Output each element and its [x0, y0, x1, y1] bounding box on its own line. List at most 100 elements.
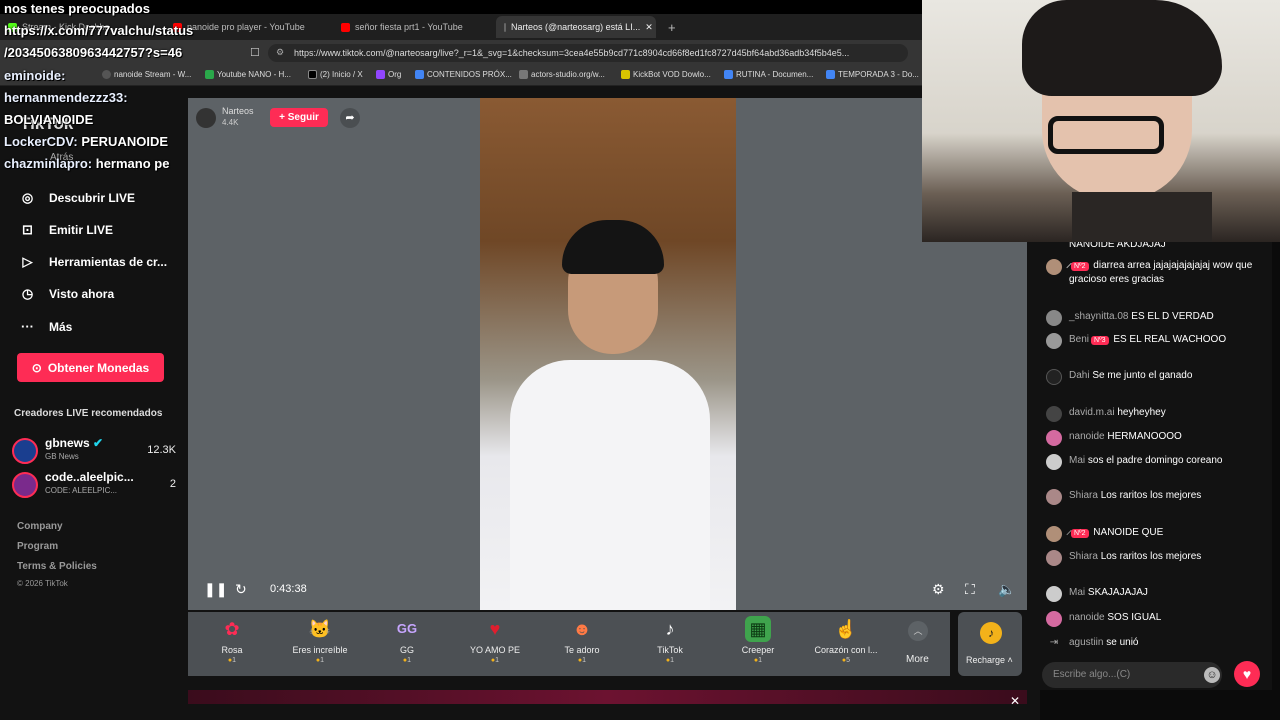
- avatar: [1046, 550, 1062, 566]
- cat-icon: 🐱: [308, 619, 332, 639]
- coin-icon: ⊙: [31, 360, 42, 375]
- avatar: [1046, 430, 1062, 446]
- chat-input[interactable]: Escribe algo...(C): [1042, 662, 1222, 688]
- chevron-up-icon: ˄: [1007, 655, 1013, 665]
- bookmark-favicon-icon: [621, 70, 630, 79]
- overlay-chat-user: eminoide:: [4, 68, 66, 83]
- bookmark[interactable]: actors-studio.org/w...: [519, 70, 605, 79]
- bookmark[interactable]: Org: [376, 70, 401, 79]
- bookmark[interactable]: nanoide Stream - W...: [102, 70, 191, 79]
- gift-item[interactable]: ▦ Creeper ●1: [714, 616, 802, 664]
- docs-icon: [724, 70, 733, 79]
- screen: Stream - Kick Dashbo... nanoide pro play…: [0, 0, 1280, 720]
- more-gifts-button[interactable]: More: [906, 654, 929, 665]
- overlay-text: https://x.com/777valchu/status: [4, 23, 194, 38]
- webcam-glasses: [1048, 116, 1164, 154]
- volume-icon[interactable]: 🔈: [998, 581, 1015, 598]
- footer-link[interactable]: Program: [17, 541, 58, 552]
- follow-button[interactable]: + Seguir: [270, 108, 328, 127]
- avatar: [1046, 489, 1062, 505]
- verified-icon: ✔: [93, 436, 104, 450]
- creeper-icon: ▦: [745, 616, 771, 642]
- recommended-title: Creadores LIVE recomendados: [14, 408, 163, 419]
- avatar: [1046, 611, 1062, 627]
- host-avatar[interactable]: [196, 108, 216, 128]
- bookmark[interactable]: CONTENIDOS PRÓX...: [415, 70, 512, 79]
- webcam-hair: [1022, 0, 1222, 96]
- avatar: [1046, 369, 1062, 385]
- emoji-icon[interactable]: ☺: [1204, 667, 1220, 683]
- streamer-shirt: [510, 360, 710, 610]
- gift-item[interactable]: 🐱 Eres increíble ●1: [276, 616, 364, 664]
- webcam-overlay: [922, 0, 1280, 242]
- webcam-shirt: [1072, 192, 1212, 242]
- chat-message: ̷̷̷Nº2 diarrea arrea jajajajajajajaj wow…: [1046, 259, 1266, 303]
- avatar: [1046, 406, 1062, 422]
- recommended-creator[interactable]: gbnews ✔ GB News 12.3K: [12, 436, 182, 466]
- youtube-icon: [341, 22, 350, 32]
- bookmark-star-icon[interactable]: ☐: [250, 46, 260, 59]
- bookmark[interactable]: RUTINA - Documen...: [724, 70, 813, 79]
- bookmark[interactable]: KickBot VOD Dowlo...: [621, 70, 711, 79]
- finger-heart-icon: ☝: [834, 619, 858, 639]
- footer-link[interactable]: Company: [17, 521, 63, 532]
- bookmark-favicon-icon: [102, 70, 111, 79]
- gift-item[interactable]: GG GG ●1: [363, 616, 451, 664]
- nav-herramientas[interactable]: ▷ Herramientas de cr...: [20, 254, 168, 269]
- browser-tab[interactable]: señor fiesta prt1 - YouTube: [333, 16, 495, 38]
- lightbulb-icon: ▷: [22, 254, 33, 269]
- avatar: [12, 472, 38, 498]
- overlay-chat-text: BOLVIANOIDE: [4, 112, 94, 127]
- fullscreen-icon[interactable]: ⛶: [965, 581, 975, 598]
- bookmark[interactable]: Youtube NANO - H...: [205, 70, 291, 79]
- tiktok-icon: [504, 22, 506, 32]
- host-name[interactable]: Narteos: [222, 106, 254, 116]
- overlay-chat-line: LockerCDV: PERUANOIDE: [4, 134, 169, 149]
- share-icon[interactable]: ➦: [340, 108, 360, 128]
- x-logo-icon: [308, 70, 317, 79]
- browser-tab-active[interactable]: Narteos (@narteosarg) está LI... ✕: [496, 16, 656, 38]
- gift-item[interactable]: ✿ Rosa ●1: [188, 616, 276, 664]
- stream-time: 0:43:38: [270, 583, 307, 595]
- sidebar: TikTok Atrás: [0, 86, 186, 690]
- creator-sub: GB News: [45, 452, 79, 461]
- site-info-icon[interactable]: ⚙: [276, 47, 284, 58]
- gift-item[interactable]: ♪ TikTok ●1: [626, 616, 714, 664]
- address-bar[interactable]: ⚙ https://www.tiktok.com/@narteosarg/live…: [268, 44, 908, 62]
- gift-bar: ✿ Rosa ●1 🐱 Eres increíble ●1 GG GG ●1 ♥ YO AMO…: [188, 612, 950, 676]
- join-icon: ⇥: [1049, 637, 1059, 648]
- heart-gift-icon: ♥: [489, 619, 501, 639]
- footer-link[interactable]: Terms & Policies: [17, 561, 97, 572]
- avatar: [1046, 586, 1062, 602]
- live-video[interactable]: [480, 98, 736, 610]
- host-likes: 4.4K: [222, 118, 239, 127]
- recharge-button[interactable]: ♪ Recharge ˄: [958, 612, 1022, 676]
- close-icon[interactable]: ✕: [1010, 694, 1020, 708]
- avatar: [1046, 454, 1062, 470]
- chevron-up-icon[interactable]: ︿: [908, 621, 928, 641]
- nav-visto-ahora[interactable]: ◷ Visto ahora: [20, 286, 114, 301]
- refresh-icon[interactable]: ↻: [235, 581, 247, 598]
- settings-icon[interactable]: ⚙: [932, 581, 945, 598]
- gift-item[interactable]: ♥ YO AMO PE ●1: [451, 616, 539, 664]
- coin-icon: ♪: [980, 622, 1002, 644]
- overlay-chat-user: hernanmendezzz33:: [4, 90, 128, 105]
- tiktok-icon: ♪: [665, 619, 675, 639]
- bottom-banner: [188, 690, 1027, 704]
- pause-icon[interactable]: ❚❚: [204, 581, 227, 598]
- gift-item[interactable]: ☻ Te adoro ●1: [538, 616, 626, 664]
- close-tab-icon[interactable]: ✕: [645, 22, 653, 33]
- new-tab-button[interactable]: +: [660, 16, 680, 38]
- bookmark[interactable]: TEMPORADA 3 - Do...: [826, 70, 919, 79]
- viewer-count: 12.3K: [147, 444, 176, 456]
- nav-mas[interactable]: ··· Más: [20, 319, 72, 334]
- gift-item[interactable]: ☝ Corazón con l... ●5: [802, 616, 890, 664]
- recommended-creator[interactable]: code..aleelpic... CODE: ALEELPIC... 2: [12, 470, 182, 500]
- heart-icon[interactable]: ♥: [1234, 661, 1260, 687]
- nav-descubrir-live[interactable]: ◎ Descubrir LIVE: [20, 190, 135, 205]
- docs-icon: [826, 70, 835, 79]
- compass-icon: ◎: [21, 190, 34, 205]
- get-coins-button[interactable]: ⊙ Obtener Monedas: [17, 353, 164, 382]
- nav-emitir-live[interactable]: ⊡ Emitir LIVE: [20, 222, 113, 237]
- bookmark[interactable]: (2) Inicio / X: [308, 70, 363, 79]
